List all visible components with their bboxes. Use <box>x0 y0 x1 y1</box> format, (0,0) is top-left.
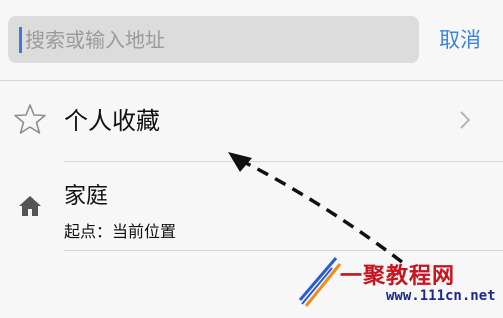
search-input[interactable] <box>25 23 405 56</box>
watermark-text: 一聚教程网 <box>340 263 456 289</box>
text-caret <box>19 27 22 53</box>
star-icon <box>14 104 46 134</box>
watermark: 一聚教程网 www.111cn.net <box>296 252 501 314</box>
chevron-right-icon <box>460 111 471 129</box>
cancel-button[interactable]: 取消 <box>428 22 492 58</box>
home-title: 家庭 <box>64 184 109 209</box>
home-subtitle: 起点：当前位置 <box>64 222 177 241</box>
home-icon <box>19 196 41 216</box>
favorites-label: 个人收藏 <box>64 107 160 135</box>
list-item-home[interactable]: 家庭 起点：当前位置 <box>0 162 503 250</box>
watermark-logo-icon <box>298 257 342 307</box>
divider <box>64 250 503 251</box>
search-field[interactable] <box>8 16 419 63</box>
search-bar: 取消 <box>0 0 503 80</box>
list-item-favorites[interactable]: 个人收藏 <box>0 81 503 161</box>
watermark-url: www.111cn.net <box>386 288 496 304</box>
